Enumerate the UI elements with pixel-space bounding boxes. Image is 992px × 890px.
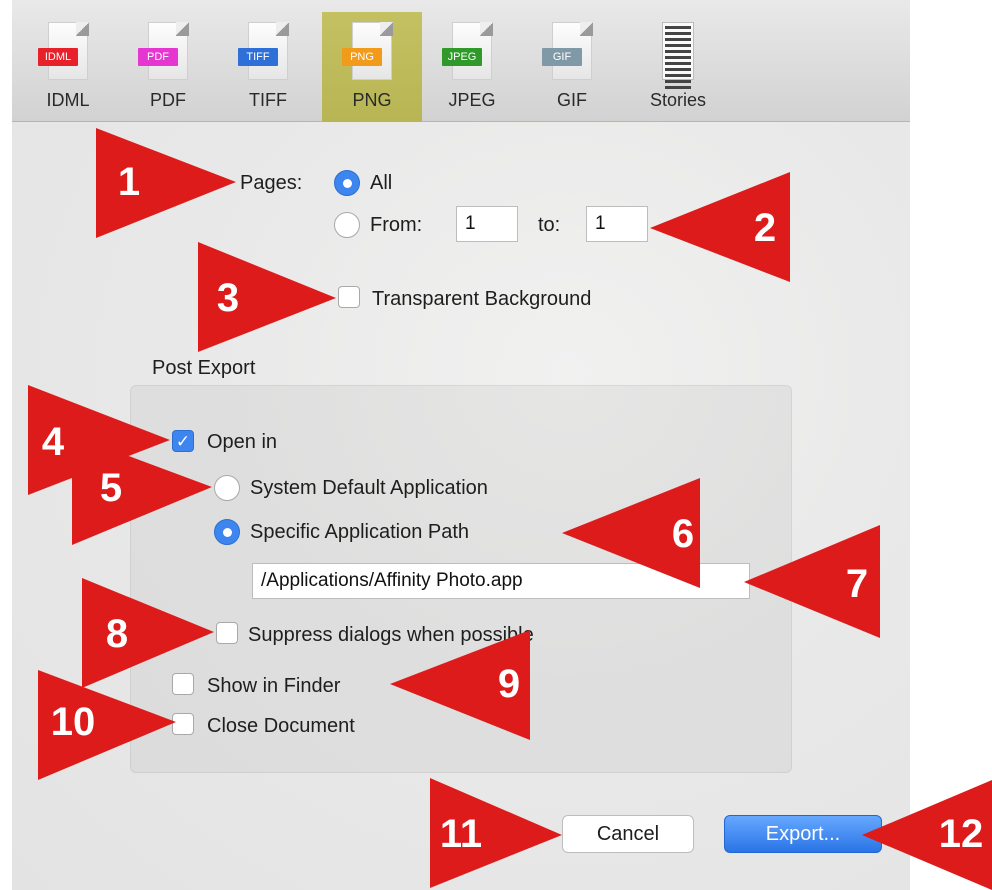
tab-jpeg-label: JPEG [448, 90, 496, 110]
tab-pdf[interactable]: PDF PDF [118, 12, 218, 122]
pages-from-input[interactable]: 1 [456, 206, 518, 242]
gif-file-corner [580, 22, 593, 36]
pages-from-radio[interactable] [334, 212, 360, 238]
pages-to-label: to: [538, 214, 561, 236]
tab-idml-label: IDML [46, 90, 90, 110]
export-dialog: IDML IDML PDF PDF TIFF TIFF PNG PNG JPEG… [12, 0, 910, 890]
open-in-label: Open in [207, 431, 278, 453]
png-badge: PNG [342, 48, 382, 66]
export-button[interactable]: Export... [724, 815, 882, 853]
stories-doc-icon [662, 22, 694, 89]
tab-gif-label: GIF [557, 90, 587, 110]
system-default-label: System Default Application [250, 477, 488, 499]
callout-8: 8 [105, 612, 129, 656]
show-in-finder-label: Show in Finder [207, 675, 341, 697]
tab-idml[interactable]: IDML IDML [18, 12, 118, 122]
transparent-background-label: Transparent Background [372, 288, 592, 310]
callout-7: 7 [845, 562, 869, 606]
callout-4: 4 [41, 420, 65, 464]
tiff-badge: TIFF [238, 48, 278, 66]
transparent-background-checkbox[interactable] [338, 286, 360, 308]
callout-11: 11 [439, 812, 483, 856]
callout-2: 2 [753, 206, 777, 250]
callout-12: 12 [938, 812, 984, 856]
show-in-finder-checkbox[interactable] [172, 673, 194, 695]
close-document-label: Close Document [207, 715, 355, 737]
callout-9: 9 [497, 662, 521, 706]
jpeg-file-corner [480, 22, 493, 36]
pdf-file-corner [176, 22, 189, 36]
tab-png-label: PNG [352, 90, 392, 110]
idml-badge: IDML [38, 48, 78, 66]
tab-stories-label: Stories [649, 90, 707, 110]
gif-badge: GIF [542, 48, 582, 66]
cancel-button[interactable]: Cancel [562, 815, 694, 853]
specific-path-radio[interactable] [214, 519, 240, 545]
jpeg-badge: JPEG [442, 48, 482, 66]
tiff-file-corner [276, 22, 289, 36]
pdf-badge: PDF [138, 48, 178, 66]
idml-file-corner [76, 22, 89, 36]
pages-all-label: All [370, 172, 393, 194]
pages-label: Pages: [240, 172, 303, 194]
tab-pdf-label: PDF [150, 90, 186, 110]
checkmark-icon: ✓ [175, 432, 191, 451]
system-default-radio[interactable] [214, 475, 240, 501]
pages-all-radio[interactable] [334, 170, 360, 196]
close-document-checkbox[interactable] [172, 713, 194, 735]
png-file-corner [380, 22, 393, 36]
tab-png[interactable]: PNG PNG [322, 12, 422, 122]
suppress-dialogs-label: Suppress dialogs when possible [248, 624, 534, 646]
tab-gif[interactable]: GIF GIF [522, 12, 622, 122]
post-export-title: Post Export [152, 357, 256, 379]
application-path-input[interactable]: /Applications/Affinity Photo.app [252, 563, 750, 599]
callout-1: 1 [117, 160, 141, 204]
callout-10: 10 [50, 700, 96, 744]
suppress-dialogs-checkbox[interactable] [216, 622, 238, 644]
pages-to-input[interactable]: 1 [586, 206, 648, 242]
pages-from-label: From: [370, 214, 423, 236]
callout-3: 3 [216, 276, 240, 320]
specific-path-label: Specific Application Path [250, 521, 470, 543]
format-toolbar: IDML IDML PDF PDF TIFF TIFF PNG PNG JPEG… [12, 0, 910, 122]
tab-tiff-label: TIFF [249, 90, 287, 110]
open-in-checkbox[interactable]: ✓ [172, 430, 194, 452]
callout-6: 6 [671, 512, 695, 556]
tab-stories[interactable]: Stories [628, 12, 728, 122]
callout-5: 5 [99, 466, 123, 510]
tab-tiff[interactable]: TIFF TIFF [218, 12, 318, 122]
tab-jpeg[interactable]: JPEG JPEG [422, 12, 522, 122]
